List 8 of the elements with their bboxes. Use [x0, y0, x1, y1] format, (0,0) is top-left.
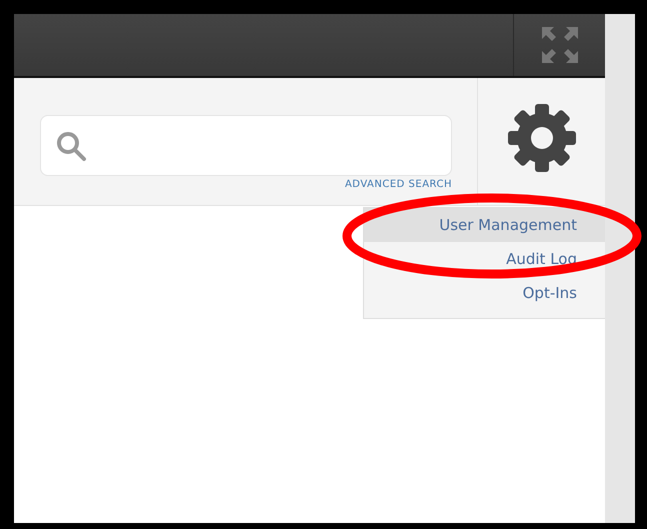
settings-icon — [506, 102, 578, 174]
menu-item[interactable]: Opt-Ins — [364, 276, 605, 310]
search-field[interactable] — [40, 115, 452, 176]
search-icon — [55, 130, 87, 162]
menu-item[interactable]: User Management — [364, 208, 605, 242]
expand-icon — [540, 25, 580, 65]
advanced-search-link[interactable]: ADVANCED SEARCH — [344, 179, 452, 190]
settings-button[interactable] — [506, 102, 578, 174]
